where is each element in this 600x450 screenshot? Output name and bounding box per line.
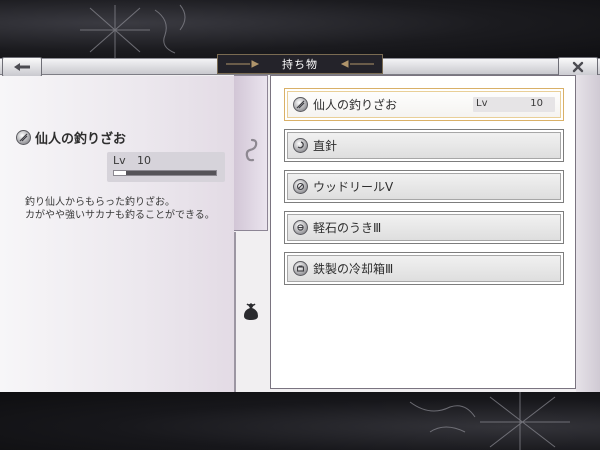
detail-item-name: 仙人の釣りざお — [16, 128, 127, 147]
level-progress-fill — [114, 171, 127, 175]
detail-level-box: Lv 10 — [107, 152, 225, 182]
item-name: 直針 — [313, 139, 338, 153]
item-row-hook[interactable]: 直針 — [284, 129, 564, 162]
back-button[interactable] — [2, 57, 42, 77]
category-tab[interactable] — [234, 75, 268, 231]
window-title-bar: 持ち物 — [217, 54, 383, 74]
bag-icon[interactable] — [241, 302, 261, 322]
snowflake-decoration — [80, 4, 186, 58]
item-name: 軽石のうきⅢ — [313, 221, 382, 235]
detail-name-text: 仙人の釣りざお — [35, 131, 127, 147]
hook-icon — [293, 138, 308, 153]
item-lv-value: 10 — [530, 98, 543, 109]
fishing-rod-icon — [293, 97, 308, 112]
level-progress-bar — [113, 170, 217, 176]
item-row-fishing-rod[interactable]: 仙人の釣りざお Lv 10 — [284, 88, 564, 121]
item-name: 仙人の釣りざお — [313, 98, 398, 112]
fishing-rod-icon — [16, 129, 31, 145]
item-name: ウッドリールⅤ — [313, 180, 394, 194]
item-description: 釣り仙人からもらった釣りざお。 カがやや強いサカナも釣ることができる。 — [25, 197, 215, 221]
page-title: 持ち物 — [282, 58, 318, 71]
reel-icon — [293, 179, 308, 194]
close-button[interactable] — [558, 57, 598, 77]
detail-lv-label: Lv — [113, 154, 126, 167]
ornament-left-icon — [226, 60, 260, 68]
panel-divider — [234, 232, 236, 392]
window-right-edge — [576, 75, 600, 392]
ornament-right-icon — [340, 60, 374, 68]
hook-icon — [245, 138, 258, 162]
item-row-float[interactable]: 軽石のうきⅢ — [284, 211, 564, 244]
item-level-badge: Lv 10 — [473, 97, 555, 112]
item-row-cooler-box[interactable]: 鉄製の冷却箱Ⅲ — [284, 252, 564, 285]
detail-lv-value: 10 — [137, 154, 151, 167]
item-row-reel[interactable]: ウッドリールⅤ — [284, 170, 564, 203]
item-detail-panel — [0, 76, 234, 392]
item-lv-label: Lv — [476, 98, 488, 109]
cooler-box-icon — [293, 261, 308, 276]
snowflake-decoration — [409, 392, 570, 450]
float-icon — [293, 220, 308, 235]
item-name: 鉄製の冷却箱Ⅲ — [313, 262, 394, 276]
back-arrow-icon — [14, 63, 30, 71]
close-x-icon — [572, 61, 584, 73]
